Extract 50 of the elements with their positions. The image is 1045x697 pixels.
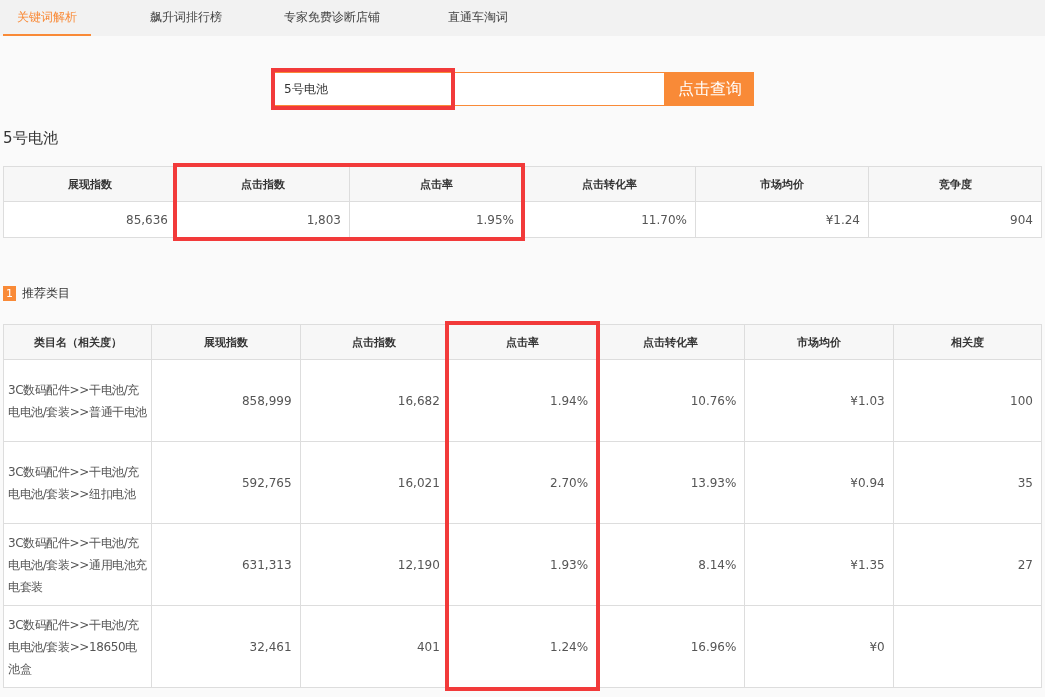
section-title: 推荐类目 [22,284,70,302]
table-cell: 11.70% [641,212,687,227]
table-cell: 16,682 [397,393,440,408]
column-header: 点击率 [448,324,597,360]
section-number-badge: 1 [3,285,16,301]
table-cell: ¥1.24 [825,212,860,227]
tab[interactable]: 专家免费诊断店铺 [259,0,405,36]
column-header: 竞争度 [868,166,1042,202]
table-cell: 592,765 [241,475,292,490]
table-cell: ¥0 [869,639,885,654]
table-cell: 35 [1017,475,1033,490]
table-cell: 2.70% [550,475,589,490]
table-cell: 16,021 [397,475,440,490]
table-cell: 10.76% [690,393,737,408]
table-cell: 904 [1010,212,1033,227]
table-cell: 401 [416,639,440,654]
column-header: 类目名（相关度） [3,324,152,360]
table-cell: 8.14% [698,557,737,572]
table-cell: 3C数码配件>>干电池/充电电池/套装>>普通干电池 [8,382,147,419]
table-cell: 32,461 [249,639,292,654]
tab[interactable]: 飙升词排行榜 [113,0,259,36]
table-cell: 12,190 [397,557,440,572]
table-cell: 3C数码配件>>干电池/充电电池/套装>>纽扣电池 [8,464,139,501]
table-cell: 1.94% [550,393,589,408]
table-cell: 3C数码配件>>干电池/充电电池/套装>>通用电池充电套装 [8,535,147,594]
table-cell: ¥0.94 [850,475,885,490]
table-cell: 858,999 [241,393,292,408]
table-cell: ¥1.35 [850,557,885,572]
table-cell: 16.96% [690,639,737,654]
table-cell: 1,803 [306,212,341,227]
table-cell: 1.93% [550,557,589,572]
column-header: 点击率 [349,166,523,202]
column-header: 展现指数 [151,324,301,360]
table-cell: 3C数码配件>>干电池/充电电池/套装>>18650电池盒 [8,617,139,676]
table-cell: 100 [1010,393,1033,408]
column-header: 相关度 [893,324,1042,360]
table-cell: 1.24% [550,639,589,654]
column-header: 点击转化率 [522,166,696,202]
column-header: 市场均价 [744,324,894,360]
table-cell: 631,313 [241,557,292,572]
table-cell: 1.95% [475,212,514,227]
table-cell: ¥1.03 [850,393,885,408]
table-cell: 13.93% [690,475,737,490]
table-cell: 85,636 [126,212,168,227]
column-header: 市场均价 [695,166,869,202]
search-field[interactable]: 5号电池 [273,72,665,106]
column-header: 点击指数 [176,166,350,202]
table-cell: 27 [1017,557,1033,572]
tab[interactable]: 直通车淘词 [405,0,551,36]
keyword-title: 5号电池 [3,129,58,149]
